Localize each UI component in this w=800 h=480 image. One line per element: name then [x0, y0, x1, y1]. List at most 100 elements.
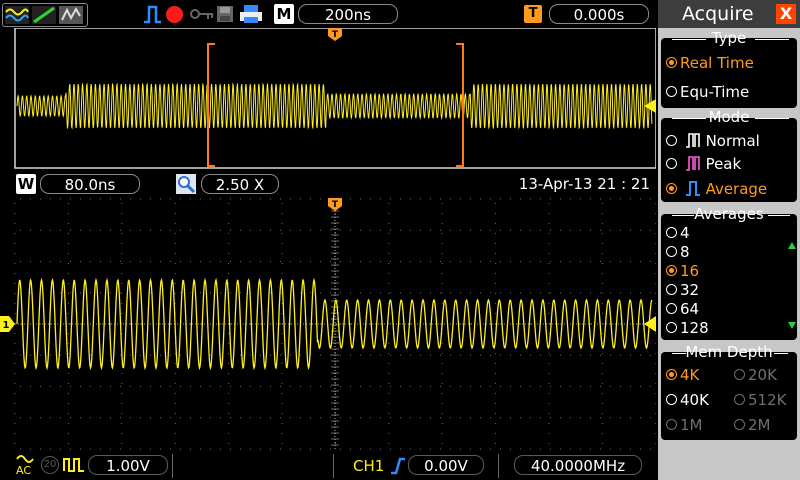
grid-dot — [340, 417, 341, 419]
averages-option-16[interactable]: 16 — [666, 262, 699, 280]
type-option-realtime[interactable]: Real Time — [666, 54, 754, 72]
grid-dot — [655, 333, 656, 334]
trigger-position-display[interactable]: 0.000s — [549, 4, 649, 24]
grid-dot — [80, 323, 81, 325]
grid-dot — [340, 354, 341, 356]
grid-dot — [300, 229, 301, 231]
run-stop-icon[interactable] — [166, 6, 183, 23]
grid-dot — [495, 213, 497, 214]
grid-dot — [440, 292, 441, 294]
grid-dot — [14, 423, 16, 424]
grid-dot — [560, 354, 561, 356]
mode-option-average[interactable]: Average — [666, 180, 767, 198]
grid-dot — [360, 417, 361, 419]
grid-dot — [121, 303, 123, 304]
grid-dot — [610, 198, 611, 200]
grid-dot — [228, 253, 230, 254]
zoom-factor-display[interactable]: 2.50 X — [201, 174, 279, 194]
grid-dot — [334, 393, 336, 394]
grid-dot — [380, 261, 381, 262]
grid-dot — [14, 223, 16, 224]
grid-dot — [540, 198, 541, 200]
grid-dot — [655, 393, 656, 394]
zoom-window-display[interactable]: 80.0ns — [40, 174, 140, 194]
grid-dot — [40, 417, 41, 419]
grid-dot — [601, 383, 603, 384]
grid-dot — [40, 229, 41, 231]
memdepth-option-40k[interactable]: 40K — [666, 391, 709, 409]
grid-dot — [390, 386, 391, 387]
grid-dot — [350, 229, 351, 231]
memdepth-option-4k[interactable]: 4K — [666, 366, 699, 384]
display-mode-icons[interactable] — [2, 3, 88, 27]
grid-dot — [121, 203, 123, 204]
save-icon[interactable] — [216, 5, 234, 23]
grid-dot — [67, 423, 69, 424]
grid-dot — [400, 292, 401, 294]
grid-dot — [590, 417, 591, 419]
grid-dot — [250, 198, 251, 200]
grid-dot — [210, 292, 211, 294]
grid-dot — [150, 448, 151, 450]
grid-dot — [130, 229, 131, 231]
grid-dot — [220, 386, 221, 387]
trigger-edge-icon[interactable] — [142, 4, 162, 24]
grid-dot — [470, 229, 471, 231]
ch1-scale-display[interactable]: 1.00V — [88, 455, 168, 475]
grid-dot — [450, 448, 451, 450]
grid-dot — [228, 383, 230, 384]
averages-option-4[interactable]: 4 — [666, 224, 690, 242]
averages-option-128[interactable]: 128 — [666, 319, 709, 337]
grid-dot — [360, 354, 361, 356]
grid-dot — [90, 229, 91, 231]
grid-dot — [500, 198, 501, 200]
grid-dot — [655, 433, 656, 434]
grid-dot — [121, 383, 123, 384]
timebase-display[interactable]: 200ns — [298, 4, 398, 24]
trigger-level-display[interactable]: 0.00V — [408, 455, 484, 475]
grid-dot — [430, 198, 431, 200]
grid-dot — [14, 233, 16, 234]
grid-dot — [90, 417, 91, 419]
grid-dot — [495, 223, 497, 224]
grid-dot — [240, 417, 241, 419]
mode-option-normal[interactable]: Normal — [666, 132, 760, 150]
grid-dot — [600, 386, 601, 387]
averages-option-8[interactable]: 8 — [666, 243, 690, 261]
grid-dot — [470, 198, 471, 200]
persistence-icon — [59, 6, 83, 24]
grid-dot — [281, 213, 283, 214]
grid-dot — [121, 423, 123, 424]
svg-text:1: 1 — [3, 320, 10, 331]
vector-display-icon — [32, 6, 56, 24]
grid-dot — [70, 448, 71, 450]
grid-dot — [601, 223, 603, 224]
grid-dot — [228, 353, 230, 354]
grid-dot — [500, 417, 501, 419]
averages-option-32[interactable]: 32 — [666, 281, 699, 299]
ch1-ground-marker[interactable]: 1 — [0, 316, 15, 332]
grid-dot — [67, 443, 69, 444]
grid-dot — [334, 383, 336, 384]
print-icon[interactable] — [239, 4, 263, 24]
scroll-down-icon[interactable] — [788, 322, 796, 329]
scroll-up-icon[interactable] — [788, 242, 796, 249]
grid-dot — [334, 363, 336, 364]
type-option-equtime[interactable]: Equ-Time — [666, 83, 749, 101]
grid-dot — [320, 354, 321, 356]
grid-dot — [121, 213, 123, 214]
grid-dot — [320, 292, 321, 294]
grid-dot — [228, 333, 230, 334]
grid-dot — [140, 229, 141, 231]
averages-option-64[interactable]: 64 — [666, 300, 699, 318]
grid-dot — [100, 323, 101, 325]
grid-dot — [590, 448, 591, 450]
close-icon[interactable]: X — [776, 4, 796, 24]
grid-dot — [630, 386, 631, 387]
grid-dot — [520, 323, 521, 325]
grid-dot — [281, 203, 283, 204]
grid-dot — [510, 386, 511, 387]
mode-option-peak[interactable]: Peak — [666, 155, 741, 173]
grid-dot — [330, 261, 331, 262]
grid-dot — [180, 448, 181, 450]
